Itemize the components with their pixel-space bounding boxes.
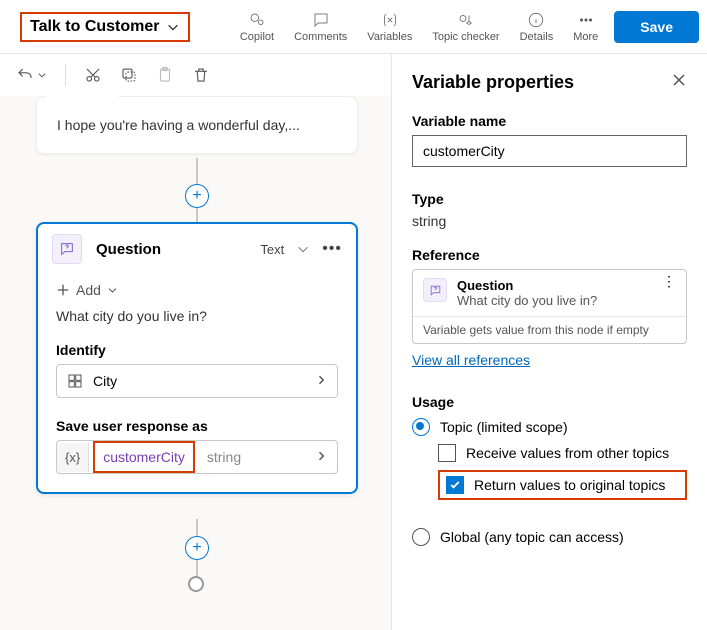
variable-name-input[interactable] — [412, 135, 687, 167]
variables-label: Variables — [367, 31, 412, 43]
save-as-label: Save user response as — [56, 418, 338, 434]
usage-label: Usage — [412, 394, 687, 410]
details-icon — [527, 11, 545, 29]
type-label: Type — [412, 191, 687, 207]
toolbar-divider — [65, 64, 66, 86]
variables-icon — [381, 11, 399, 29]
top-actions: Copilot Comments Variables Topic checker… — [236, 9, 602, 45]
scope-topic-label: Topic (limited scope) — [440, 419, 568, 435]
receive-values-checkbox[interactable]: Receive values from other topics — [438, 444, 687, 462]
entity-icon — [67, 373, 83, 389]
copy-icon — [120, 66, 138, 84]
reference-type: Question — [457, 278, 597, 293]
identify-picker[interactable]: City — [56, 364, 338, 398]
scope-global-radio[interactable]: Global (any topic can access) — [412, 528, 687, 546]
chevron-down-icon — [107, 283, 118, 297]
copilot-label: Copilot — [240, 31, 274, 43]
identify-value: City — [93, 373, 117, 389]
checkbox-icon — [438, 444, 456, 462]
more-label: More — [573, 31, 598, 43]
add-node-button[interactable]: + — [185, 184, 209, 208]
copilot-icon — [248, 11, 266, 29]
variable-properties-panel: Variable properties Variable name Type s… — [391, 54, 707, 630]
question-icon — [52, 234, 82, 264]
reference-note: Variable gets value from this node if em… — [413, 316, 686, 343]
undo-icon — [16, 66, 34, 84]
chevron-down-icon[interactable] — [296, 242, 310, 256]
reference-text: What city do you live in? — [457, 293, 597, 308]
chevron-right-icon — [315, 374, 327, 386]
node-more-icon[interactable]: ••• — [322, 240, 342, 258]
variable-token-icon: {x} — [57, 443, 89, 472]
more-button[interactable]: More — [569, 9, 602, 45]
output-type-label[interactable]: Text — [260, 242, 284, 257]
undo-button[interactable] — [16, 66, 47, 84]
scope-topic-radio[interactable]: Topic (limited scope) — [412, 418, 687, 436]
topic-checker-label: Topic checker — [432, 31, 499, 43]
plus-icon — [56, 283, 70, 297]
message-node[interactable]: I hope you're having a wonderful day,... — [36, 96, 358, 154]
reference-label: Reference — [412, 247, 687, 263]
delete-button[interactable] — [192, 66, 210, 84]
paste-button[interactable] — [156, 66, 174, 84]
scope-global-label: Global (any topic can access) — [440, 529, 624, 545]
reference-card[interactable]: Question What city do you live in? ⋮ Var… — [412, 269, 687, 344]
message-text: I hope you're having a wonderful day,... — [57, 117, 300, 133]
more-icon — [577, 11, 595, 29]
chevron-down-icon — [166, 20, 180, 34]
chevron-right-icon — [315, 450, 327, 462]
variable-name: customerCity — [93, 441, 195, 473]
type-value: string — [412, 213, 687, 229]
topic-name-dropdown[interactable]: Talk to Customer — [20, 12, 190, 42]
variables-button[interactable]: Variables — [363, 9, 416, 45]
chevron-down-icon — [37, 66, 47, 84]
checkbox-icon — [446, 476, 464, 494]
variable-picker[interactable]: {x} customerCity string — [56, 440, 338, 474]
question-title: Question — [96, 241, 161, 258]
add-label: Add — [76, 282, 101, 298]
paste-icon — [156, 66, 174, 84]
close-icon — [671, 72, 687, 88]
question-prompt[interactable]: What city do you live in? — [56, 308, 338, 324]
receive-label: Receive values from other topics — [466, 445, 669, 461]
variable-name-label: Variable name — [412, 113, 687, 129]
view-all-references-link[interactable]: View all references — [412, 352, 530, 368]
question-icon — [423, 278, 447, 302]
cut-button[interactable] — [84, 66, 102, 84]
topic-name-label: Talk to Customer — [30, 18, 160, 36]
reference-more-icon[interactable]: ⋮ — [662, 278, 676, 284]
add-node-button[interactable]: + — [185, 536, 209, 560]
comments-icon — [312, 11, 330, 29]
end-node — [188, 576, 204, 592]
comments-label: Comments — [294, 31, 347, 43]
details-label: Details — [520, 31, 554, 43]
close-button[interactable] — [671, 72, 687, 93]
comments-button[interactable]: Comments — [290, 9, 351, 45]
variable-type: string — [199, 443, 249, 471]
return-values-checkbox[interactable]: Return values to original topics — [438, 470, 687, 500]
radio-icon — [412, 418, 430, 436]
delete-icon — [192, 66, 210, 84]
return-label: Return values to original topics — [474, 477, 665, 493]
topic-checker-button[interactable]: Topic checker — [428, 9, 503, 45]
panel-title: Variable properties — [412, 72, 687, 93]
details-button[interactable]: Details — [516, 9, 558, 45]
question-node[interactable]: Question Text ••• Add What city do you l… — [36, 222, 358, 494]
copy-button[interactable] — [120, 66, 138, 84]
save-button[interactable]: Save — [614, 11, 699, 43]
radio-icon — [412, 528, 430, 546]
identify-label: Identify — [56, 342, 338, 358]
topic-checker-icon — [457, 11, 475, 29]
add-variation-button[interactable]: Add — [56, 282, 338, 298]
copilot-button[interactable]: Copilot — [236, 9, 278, 45]
top-bar: Talk to Customer Copilot Comments Variab… — [0, 0, 707, 54]
cut-icon — [84, 66, 102, 84]
panel-title-text: Variable properties — [412, 72, 574, 93]
question-header: Question Text ••• — [38, 224, 356, 274]
